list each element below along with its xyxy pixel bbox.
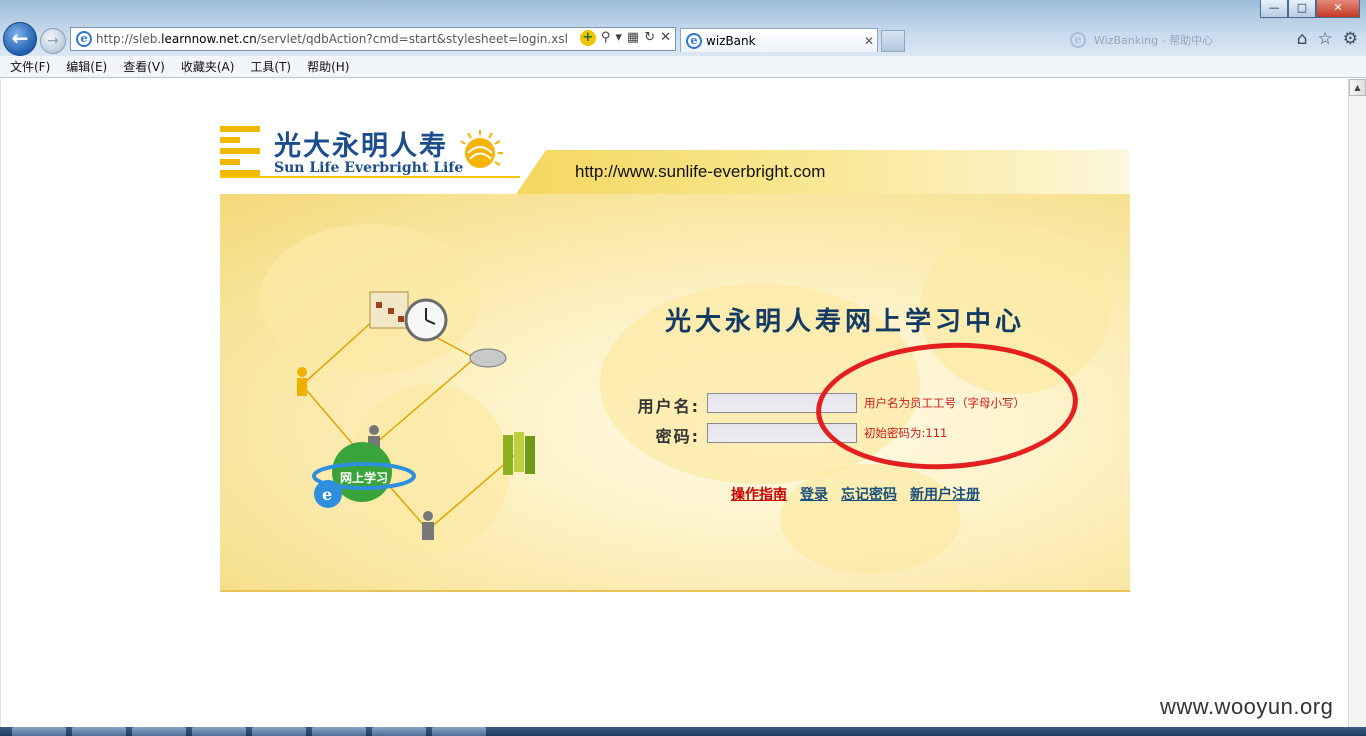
scroll-up-icon[interactable]: ▲ [1349, 79, 1366, 96]
forward-button[interactable]: → [40, 28, 66, 54]
os-taskbar [0, 727, 1366, 736]
arrow-left-icon: ← [11, 26, 29, 50]
ie-tab-icon: e [686, 32, 702, 49]
guide-link[interactable]: 操作指南 [731, 484, 787, 504]
address-url[interactable]: http://sleb.learnnow.net.cn/servlet/qdbA… [96, 32, 568, 46]
tab-wizbank[interactable]: e wizBank ✕ [680, 28, 878, 52]
menu-help[interactable]: 帮助(H) [307, 58, 349, 75]
taskbar-item[interactable] [432, 727, 486, 736]
illustration-graphic: e 网上学习 [297, 291, 535, 540]
taskbar-item[interactable] [12, 727, 66, 736]
password-label: 密码: [655, 427, 700, 446]
menu-edit[interactable]: 编辑(E) [66, 58, 107, 75]
illustration-label: 网上学习 [340, 470, 388, 485]
minimize-button[interactable]: — [1260, 0, 1288, 18]
close-window-button[interactable]: ✕ [1316, 0, 1360, 18]
taskbar-item[interactable] [72, 727, 126, 736]
inactive-tab-ghost: e WizBanking - 帮助中心 [1065, 30, 1231, 50]
taskbar-item[interactable] [132, 727, 186, 736]
e-learning-illustration: e 网上学习 [290, 290, 550, 550]
menu-favorites[interactable]: 收藏夹(A) [181, 58, 235, 75]
logo-chinese-name: 光大永明人寿 [274, 131, 448, 162]
watermark: www.wooyun.org [1160, 694, 1334, 719]
gear-icon[interactable]: ⚙ [1343, 29, 1358, 49]
company-logo: 光大永明人寿 Sun Life Everbright Life [220, 124, 520, 192]
logo-mark-icon [220, 126, 260, 178]
login-link[interactable]: 登录 [800, 484, 828, 504]
tab-title: wizBank [706, 33, 756, 48]
map-continent-oceania [780, 464, 960, 574]
new-tab-button[interactable] [881, 30, 905, 52]
refresh-icon[interactable]: ↻ [644, 30, 655, 46]
svg-text:e: e [322, 485, 332, 504]
taskbar-item[interactable] [192, 727, 246, 736]
taskbar-item[interactable] [312, 727, 366, 736]
address-bar-tools: + ⚲ ▾ ▦ ↻ ✕ [579, 30, 671, 46]
taskbar-item[interactable] [252, 727, 306, 736]
maximize-button[interactable]: □ [1288, 0, 1316, 18]
browser-tools: ⌂ ☆ ⚙ [1297, 29, 1358, 49]
logo-english-name: Sun Life Everbright Life [274, 160, 464, 176]
username-label: 用户名: [637, 397, 700, 416]
menu-bar: 文件(F) 编辑(E) 查看(V) 收藏夹(A) 工具(T) 帮助(H) [0, 56, 1366, 78]
star-icon[interactable]: ☆ [1318, 29, 1333, 49]
compatibility-view-icon[interactable]: + [579, 30, 596, 46]
vertical-scrollbar[interactable]: ▲ [1348, 79, 1366, 727]
home-icon[interactable]: ⌂ [1297, 29, 1308, 49]
inactive-tab-title: WizBanking - 帮助中心 [1094, 34, 1214, 47]
arrow-right-icon: → [47, 33, 59, 49]
close-tab-icon[interactable]: ✕ [861, 34, 877, 48]
back-button[interactable]: ← [3, 22, 37, 56]
sun-logo-icon [460, 130, 503, 168]
header-divider [220, 176, 520, 178]
site-url: http://www.sunlife-everbright.com [575, 162, 826, 181]
forgot-password-link[interactable]: 忘记密码 [841, 484, 897, 504]
action-links: 操作指南 登录 忘记密码 新用户注册 [731, 484, 980, 504]
dropdown-icon[interactable]: ▾ [615, 30, 622, 46]
browser-chrome: — □ ✕ ← → e http://sleb.learnnow.net.cn/… [0, 0, 1366, 56]
ie-page-icon: e [76, 31, 92, 47]
window-controls: — □ ✕ [1260, 0, 1360, 18]
address-bar[interactable]: e http://sleb.learnnow.net.cn/servlet/qd… [70, 27, 676, 51]
menu-tools[interactable]: 工具(T) [250, 58, 291, 75]
register-link[interactable]: 新用户注册 [910, 484, 980, 504]
menu-view[interactable]: 查看(V) [123, 58, 165, 75]
compat-page-icon[interactable]: ▦ [627, 30, 639, 46]
search-icon[interactable]: ⚲ [601, 30, 611, 46]
stop-icon[interactable]: ✕ [660, 30, 671, 46]
ie-ghost-icon: e [1070, 32, 1086, 48]
menu-file[interactable]: 文件(F) [10, 58, 50, 75]
page-title: 光大永明人寿网上学习中心 [665, 307, 1026, 337]
taskbar-item[interactable] [372, 727, 426, 736]
